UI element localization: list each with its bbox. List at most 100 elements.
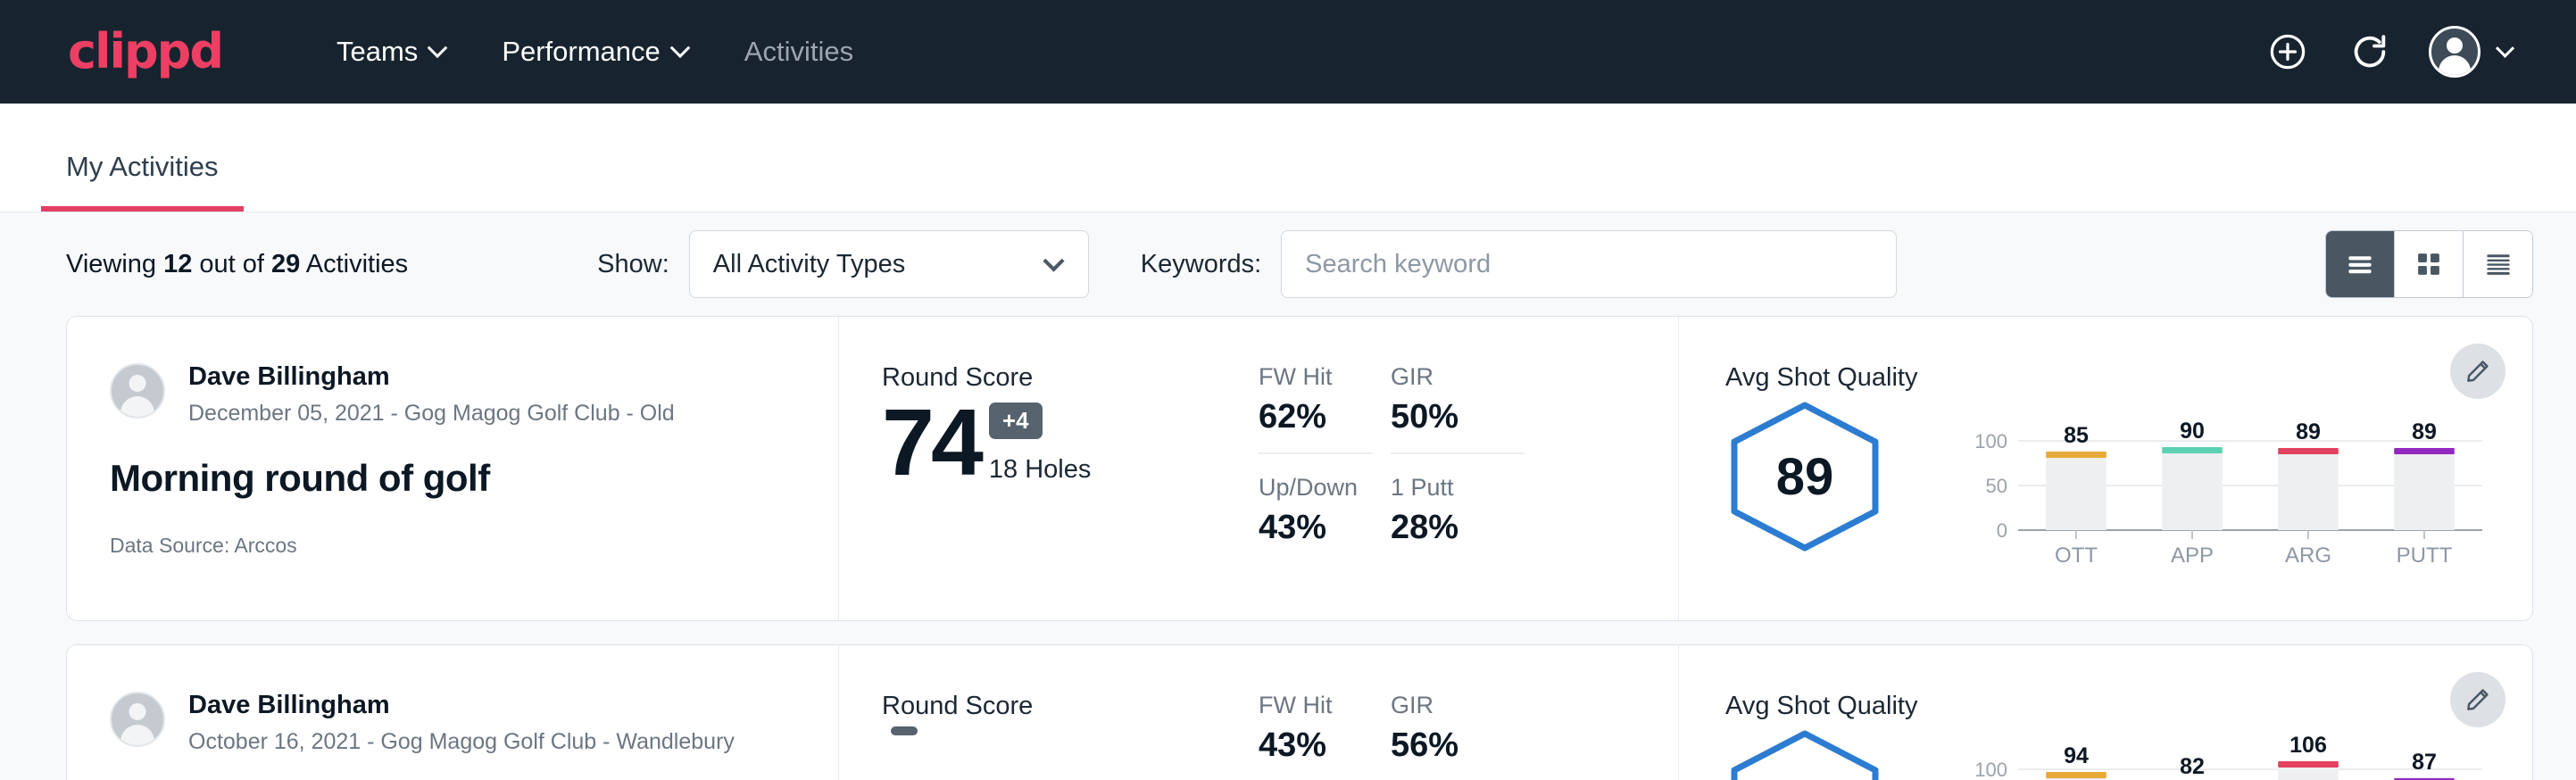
edit-activity-button[interactable]	[2450, 344, 2505, 399]
stat-value: 56%	[1391, 726, 1525, 765]
edit-activity-button[interactable]	[2450, 672, 2505, 727]
stat-value: 43%	[1259, 726, 1373, 765]
tab-bar: My Activities	[0, 104, 2576, 212]
svg-text:89: 89	[2296, 419, 2321, 444]
avg-shot-quality-label: Avg Shot Quality	[1725, 692, 2532, 721]
stat-one-putt: 1 Putt 28%	[1391, 474, 1525, 563]
list-view-button[interactable]	[2326, 231, 2395, 297]
compact-view-button[interactable]	[2464, 231, 2532, 297]
player-row: Dave Billingham October 16, 2021 - Gog M…	[110, 692, 838, 755]
activity-card[interactable]: Dave Billingham December 05, 2021 - Gog …	[66, 316, 2533, 621]
stat-fw-hit: FW Hit 62%	[1259, 363, 1373, 454]
player-name: Dave Billingham	[188, 363, 675, 392]
svg-text:89: 89	[2412, 419, 2437, 444]
viewing-prefix: Viewing	[66, 250, 163, 278]
chevron-down-icon	[2496, 38, 2514, 57]
stat-label: Up/Down	[1259, 474, 1373, 502]
top-navigation-bar: clippd Teams Performance Activities	[0, 0, 2576, 104]
keywords-label: Keywords:	[1141, 250, 1261, 279]
svg-text:0: 0	[1997, 519, 2007, 542]
avatar	[110, 692, 165, 747]
stat-value: 28%	[1391, 509, 1525, 547]
avg-shot-quality-hexagon	[1725, 728, 1884, 780]
round-score-value: 74	[882, 398, 980, 488]
round-score-section: Round Score 74 +4 18 Holes	[839, 317, 1259, 620]
activity-meta: October 16, 2021 - Gog Magog Golf Club -…	[188, 729, 735, 755]
svg-text:ARG: ARG	[2285, 544, 2331, 568]
stats-grid: FW Hit 62% GIR 50% Up/Down 43% 1 Putt 28…	[1259, 317, 1678, 620]
chevron-down-icon	[669, 37, 690, 58]
svg-text:OTT: OTT	[2055, 544, 2098, 568]
stat-fw-hit: FW Hit 43%	[1259, 692, 1373, 780]
stat-gir: GIR 56%	[1391, 692, 1525, 780]
holes-played: 18 Holes	[989, 455, 1091, 485]
svg-text:APP: APP	[2171, 544, 2214, 568]
filter-toolbar: Viewing 12 out of 29 Activities Show: Al…	[0, 212, 2576, 316]
nav-item-performance[interactable]: Performance	[473, 36, 715, 68]
svg-text:82: 82	[2180, 754, 2205, 779]
svg-text:85: 85	[2064, 423, 2089, 448]
score-differential-badge	[891, 726, 918, 735]
activity-card-list: Dave Billingham December 05, 2021 - Gog …	[0, 316, 2576, 780]
round-score-label: Round Score	[882, 692, 1259, 721]
stat-up-down: Up/Down 43%	[1259, 474, 1373, 563]
avg-shot-quality-label: Avg Shot Quality	[1725, 363, 2532, 393]
activity-card[interactable]: Dave Billingham October 16, 2021 - Gog M…	[66, 644, 2533, 780]
viewing-suffix: Activities	[300, 250, 408, 278]
svg-text:90: 90	[2180, 419, 2205, 444]
refresh-icon	[2349, 31, 2390, 72]
round-score-label: Round Score	[882, 363, 1259, 393]
avatar	[2429, 26, 2480, 78]
activity-summary: Dave Billingham December 05, 2021 - Gog …	[67, 317, 839, 620]
svg-text:100: 100	[1974, 430, 2007, 452]
avg-shot-quality-hexagon: 89	[1725, 400, 1884, 553]
app-logo[interactable]: clippd	[68, 28, 222, 76]
round-score-section: Round Score	[839, 645, 1259, 780]
player-name: Dave Billingham	[188, 692, 735, 720]
account-menu[interactable]	[2429, 26, 2512, 78]
data-source-label: Data Source: Arccos	[110, 534, 838, 558]
nav-label-teams: Teams	[337, 36, 418, 68]
player-row: Dave Billingham December 05, 2021 - Gog …	[110, 363, 838, 427]
svg-text:PUTT: PUTT	[2397, 544, 2453, 568]
svg-text:50: 50	[1986, 475, 2007, 497]
activity-type-select[interactable]: All Activity Types	[689, 230, 1089, 298]
svg-text:94: 94	[2064, 743, 2089, 768]
nav-item-teams[interactable]: Teams	[308, 36, 473, 68]
tab-my-activities[interactable]: My Activities	[41, 151, 244, 212]
chevron-down-icon	[428, 37, 448, 58]
stat-label: FW Hit	[1259, 692, 1373, 719]
nav-item-activities[interactable]: Activities	[716, 36, 882, 68]
add-button[interactable]	[2264, 29, 2311, 75]
stat-label: 1 Putt	[1391, 474, 1525, 502]
viewing-count: 12	[163, 250, 192, 278]
svg-text:100: 100	[1974, 759, 2007, 780]
plus-circle-icon	[2267, 31, 2308, 72]
avg-shot-quality-value	[1725, 728, 1884, 780]
show-filter-group: Show: All Activity Types	[597, 230, 1089, 298]
chevron-down-icon	[1043, 251, 1064, 272]
round-score-row	[882, 726, 1259, 755]
stat-label: GIR	[1391, 363, 1525, 391]
avg-shot-quality-section: Avg Shot Quality 05010094OTT82APP106ARG8…	[1678, 645, 2532, 780]
nav-label-activities: Activities	[744, 36, 853, 68]
activity-title: Morning round of golf	[110, 457, 838, 500]
refresh-button[interactable]	[2347, 29, 2393, 75]
avg-shot-quality-section: Avg Shot Quality 89 0 50 100 85 OTT 90 APP 89 AR…	[1678, 317, 2532, 620]
svg-text:106: 106	[2289, 733, 2327, 758]
stat-value: 62%	[1259, 398, 1373, 436]
stat-label: GIR	[1391, 692, 1525, 719]
nav-label-performance: Performance	[502, 36, 660, 68]
viewing-mid: out of	[192, 250, 271, 278]
search-input-wrapper[interactable]	[1281, 230, 1897, 298]
activity-type-value: All Activity Types	[713, 250, 905, 279]
grid-view-button[interactable]	[2395, 231, 2464, 297]
grid-icon	[2412, 247, 2446, 281]
shot-quality-bar-chart: 0 50 100 85 OTT 90 APP 89 ARG 89 PUTT	[1959, 400, 2495, 569]
shot-quality-bar-chart: 05010094OTT82APP106ARG87PUTT	[1959, 728, 2495, 780]
search-input[interactable]	[1305, 250, 1873, 279]
viewing-count-text: Viewing 12 out of 29 Activities	[66, 250, 408, 279]
pencil-icon	[2464, 358, 2491, 385]
viewing-total: 29	[271, 250, 300, 278]
svg-text:87: 87	[2412, 750, 2437, 775]
